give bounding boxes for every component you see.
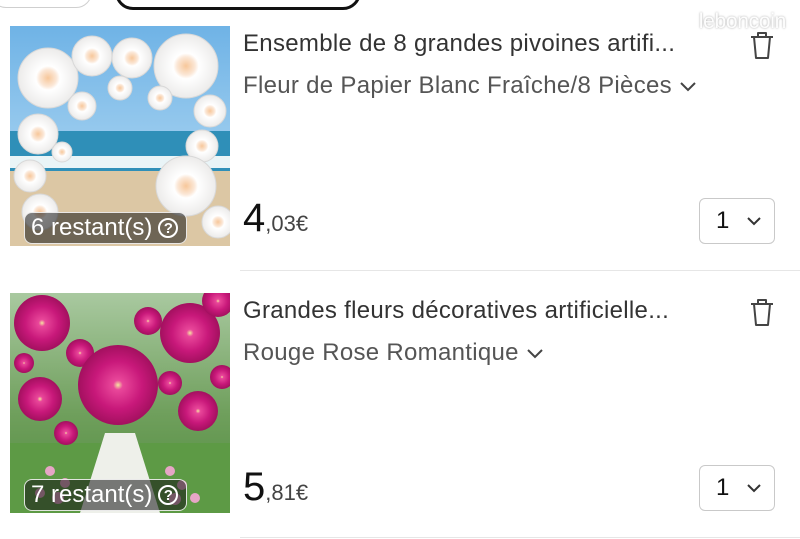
variant-selector[interactable]: Rouge Rose Romantique xyxy=(243,339,545,367)
quantity-value: 1 xyxy=(716,474,730,501)
cart-item: 6 restant(s) ? Ensemble de 8 grandes piv… xyxy=(0,0,800,272)
price-decimal: ,03€ xyxy=(265,211,309,236)
stock-badge: 7 restant(s) ? xyxy=(24,479,188,511)
stock-text: 6 restant(s) xyxy=(31,214,153,241)
chevron-down-icon xyxy=(527,349,543,359)
variant-selector[interactable]: Fleur de Papier Blanc Fraîche/8 Pièces xyxy=(243,72,698,100)
item-divider xyxy=(240,537,800,538)
product-title[interactable]: Ensemble de 8 grandes pivoines artifi... xyxy=(243,30,733,58)
product-title[interactable]: Grandes fleurs décoratives artificielle.… xyxy=(243,297,733,325)
quantity-select[interactable]: 1 xyxy=(699,465,775,511)
product-image[interactable]: 6 restant(s) ? xyxy=(10,26,230,246)
price: 4 ,03€ xyxy=(243,196,308,241)
stock-text: 7 restant(s) xyxy=(31,481,153,508)
quantity-select[interactable]: 1 xyxy=(699,198,775,244)
help-icon[interactable]: ? xyxy=(158,218,179,238)
help-icon[interactable]: ? xyxy=(158,485,179,505)
price-decimal: ,81€ xyxy=(265,480,309,505)
chevron-down-icon xyxy=(680,82,696,92)
price: 5 ,81€ xyxy=(243,465,308,510)
chevron-down-icon xyxy=(747,484,761,493)
cart-item: 7 restant(s) ? Grandes fleurs décorative… xyxy=(0,272,800,539)
chevron-down-icon xyxy=(747,217,761,226)
variant-label: Rouge Rose Romantique xyxy=(243,339,519,366)
variant-label: Fleur de Papier Blanc Fraîche/8 Pièces xyxy=(243,72,672,99)
product-image[interactable]: 7 restant(s) ? xyxy=(10,293,230,513)
price-integer: 4 xyxy=(243,196,266,240)
quantity-value: 1 xyxy=(716,207,730,234)
trash-icon[interactable] xyxy=(748,30,776,60)
item-divider xyxy=(240,270,800,271)
trash-icon[interactable] xyxy=(748,297,776,327)
price-integer: 5 xyxy=(243,465,266,509)
stock-badge: 6 restant(s) ? xyxy=(24,212,188,244)
